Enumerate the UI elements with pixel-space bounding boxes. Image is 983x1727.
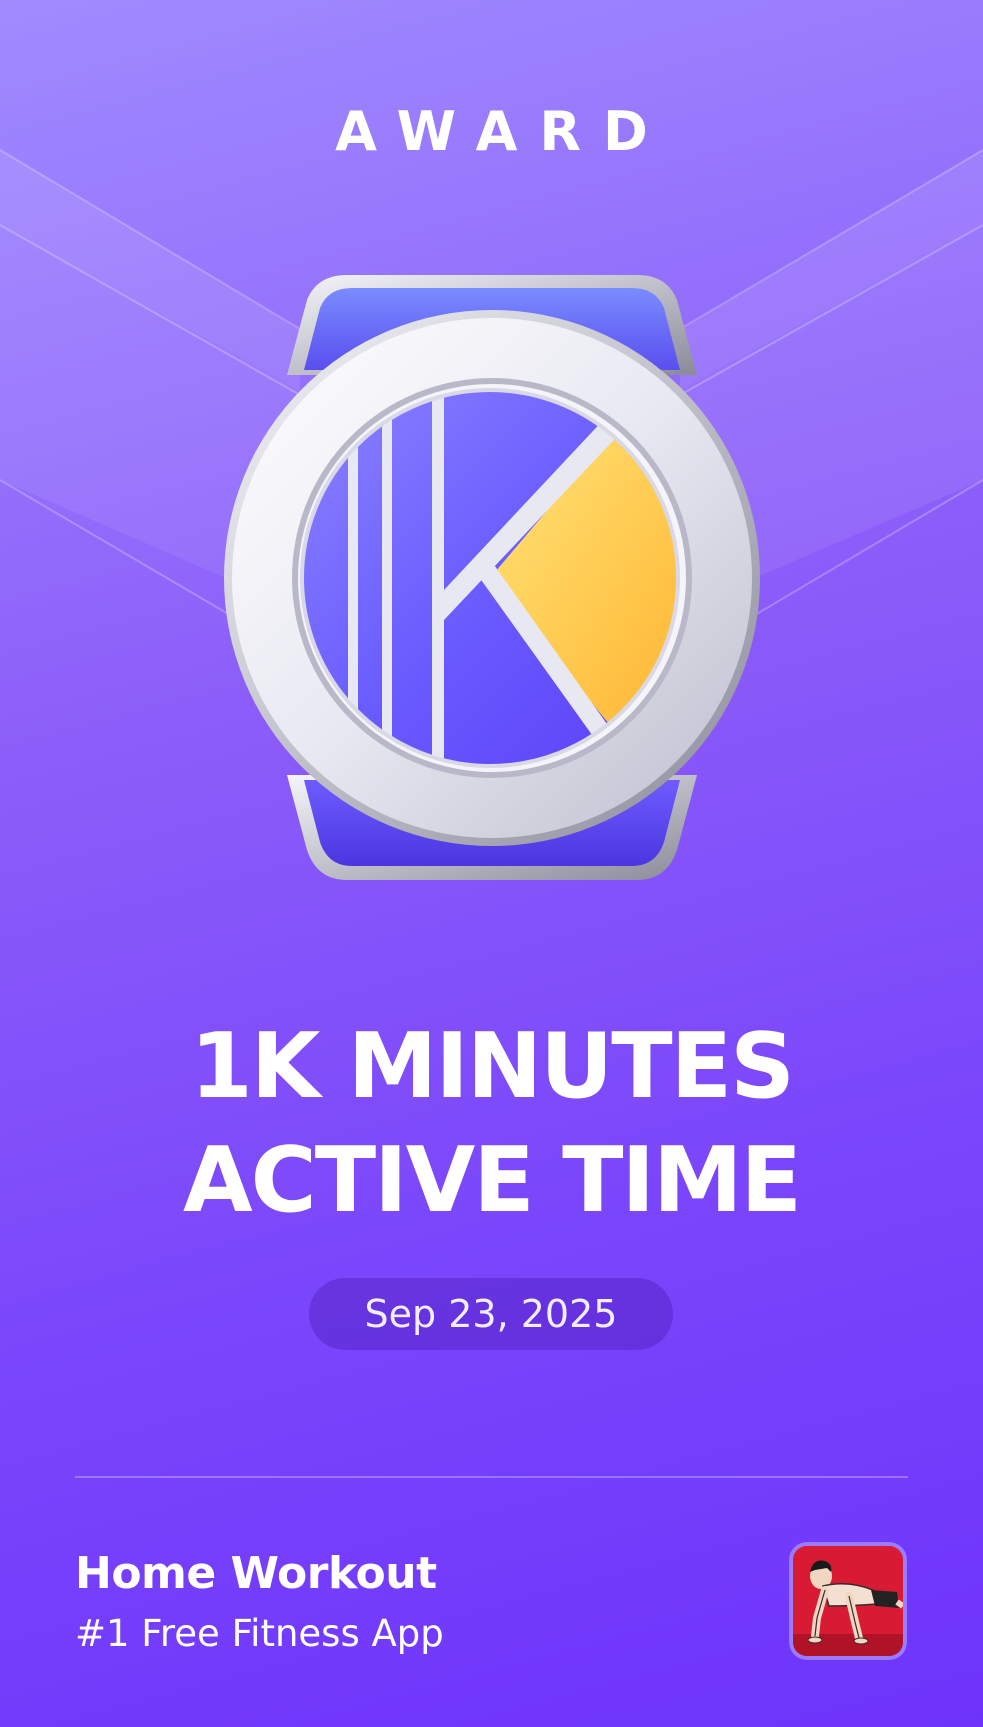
award-title: AWARD bbox=[335, 100, 670, 163]
achievement-date-badge: Sep 23, 2025 bbox=[309, 1278, 673, 1350]
achievement-line-2: ACTIVE TIME bbox=[183, 1128, 802, 1233]
app-name: Home Workout bbox=[75, 1548, 437, 1599]
award-medal-icon bbox=[224, 275, 760, 880]
pushup-man-icon bbox=[793, 1546, 903, 1656]
achievement-line-1: 1K MINUTES bbox=[190, 1014, 795, 1119]
app-tagline: #1 Free Fitness App bbox=[75, 1612, 444, 1655]
app-icon[interactable] bbox=[789, 1542, 907, 1660]
footer-divider bbox=[75, 1476, 908, 1478]
achievement-title: 1K MINUTES ACTIVE TIME bbox=[0, 1010, 983, 1238]
